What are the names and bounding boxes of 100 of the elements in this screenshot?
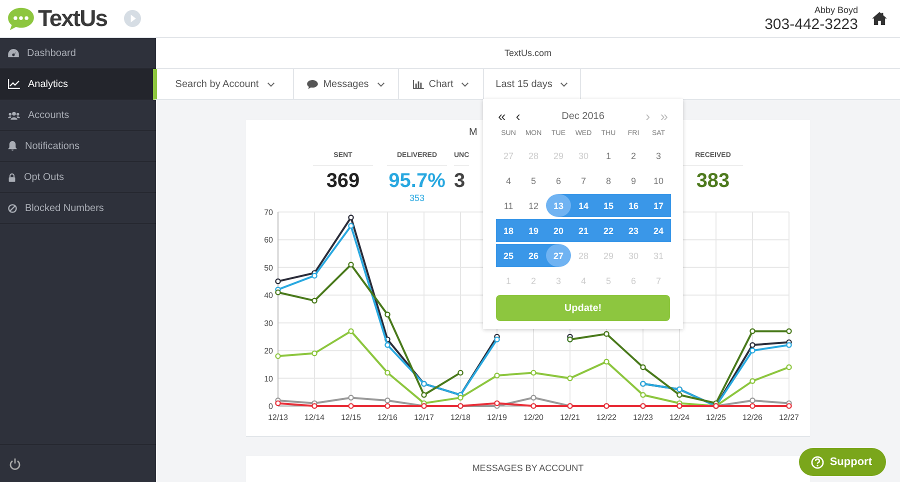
x-axis-label: 12/23 [632, 413, 654, 422]
calendar-day[interactable]: 16 [621, 194, 646, 217]
point [312, 298, 318, 304]
point [312, 403, 318, 409]
calendar-day[interactable]: 22 [596, 219, 621, 242]
point [750, 378, 756, 384]
card-title: M [469, 126, 478, 138]
calendar-day[interactable]: 8 [596, 169, 621, 192]
phone-number: 303-442-3223 [764, 16, 858, 32]
point [750, 398, 756, 404]
calendar-day[interactable]: 21 [571, 219, 596, 242]
point [786, 403, 792, 409]
line-chart-icon [8, 79, 20, 89]
calendar-day[interactable]: 12 [521, 194, 546, 217]
calendar-day[interactable]: 23 [621, 219, 646, 242]
point [384, 370, 390, 376]
lock-icon [8, 172, 16, 182]
calendar-day[interactable]: 18 [496, 219, 521, 242]
calendar-day[interactable]: 1 [596, 144, 621, 167]
stat-value: 383 [696, 170, 730, 193]
point [750, 348, 756, 354]
point [676, 392, 682, 398]
caret-icon [266, 82, 275, 86]
calendar-day[interactable]: 10 [646, 169, 671, 192]
x-axis-label: 12/15 [340, 413, 362, 422]
x-axis-label: 12/14 [304, 413, 325, 422]
calendar-day[interactable]: 19 [521, 219, 546, 242]
update-button[interactable]: Update! [496, 295, 670, 321]
power-icon[interactable] [9, 458, 21, 470]
user-name: Abby Boyd [814, 6, 858, 14]
sidebar-item[interactable]: Analytics [0, 69, 156, 100]
y-axis-label: 50 [264, 263, 273, 272]
point [640, 364, 646, 370]
calendar-day[interactable]: 25 [496, 244, 521, 267]
point [530, 394, 536, 401]
point [750, 328, 756, 334]
point [458, 370, 464, 376]
point [312, 350, 318, 356]
x-axis-label: 12/24 [669, 413, 690, 422]
calendar-day[interactable]: 7 [571, 169, 596, 192]
calendar-day[interactable]: 27 [546, 244, 571, 267]
calendar-day[interactable]: 5 [521, 169, 546, 192]
point [750, 403, 756, 409]
x-axis-label: 12/21 [560, 413, 580, 422]
speech-bubble-icon [307, 80, 318, 88]
point [275, 400, 281, 406]
gauge-icon [8, 48, 19, 58]
bell-icon [8, 141, 17, 151]
home-icon[interactable] [872, 12, 887, 25]
calendar-day[interactable]: 13 [546, 194, 571, 217]
y-axis-label: 10 [264, 374, 273, 384]
point [275, 353, 281, 360]
x-axis-label: 12/22 [596, 413, 617, 422]
point [786, 342, 792, 348]
month-label: Dec 2016 [562, 110, 604, 122]
users-icon [8, 110, 20, 120]
stat-value: 3 [454, 170, 466, 193]
calendar-day[interactable]: 4 [496, 169, 521, 192]
point [604, 331, 610, 337]
y-axis-label: 60 [264, 236, 273, 245]
point [275, 278, 281, 284]
calendar-day[interactable]: 26 [521, 244, 546, 267]
month-nav-button[interactable]: ‹ [514, 109, 522, 123]
y-axis-label: 70 [264, 208, 273, 217]
stat-subvalue: 353 [409, 193, 425, 203]
account-title: TextUs.com [504, 48, 552, 58]
calendar-day[interactable]: 15 [596, 194, 621, 217]
caret-icon [461, 82, 470, 86]
calendar-day[interactable]: 3 [646, 144, 671, 167]
point [348, 214, 354, 220]
point [348, 222, 354, 229]
point [421, 392, 427, 398]
point [530, 403, 536, 409]
bar-chart-icon [412, 80, 424, 88]
point [604, 358, 610, 365]
card-title: MESSAGES BY ACCOUNT [472, 463, 584, 475]
calendar-day[interactable]: 11 [496, 194, 521, 217]
calendar-day[interactable]: 2 [621, 144, 646, 167]
x-axis-label: 12/27 [778, 413, 800, 422]
point [786, 328, 792, 334]
point [384, 342, 390, 348]
point [750, 342, 756, 348]
month-nav-button[interactable]: « [496, 109, 508, 123]
point [458, 394, 464, 401]
calendar-day[interactable]: 17 [646, 194, 671, 217]
calendar-day[interactable]: 6 [546, 169, 571, 192]
calendar-day[interactable]: 14 [571, 194, 596, 217]
point [384, 398, 390, 404]
calendar-day[interactable]: 24 [646, 219, 671, 242]
calendar-day[interactable]: 20 [546, 219, 571, 242]
calendar-day[interactable]: 9 [621, 169, 646, 192]
point [348, 328, 354, 334]
y-axis-label: 20 [264, 346, 273, 356]
x-axis-label: 12/20 [523, 413, 544, 422]
caret-icon [560, 82, 568, 86]
point [640, 392, 646, 398]
point [348, 394, 354, 401]
blocked-icon [8, 204, 17, 212]
speech-bubble-logo-icon [7, 6, 35, 30]
support-button[interactable]: Support [798, 448, 886, 476]
